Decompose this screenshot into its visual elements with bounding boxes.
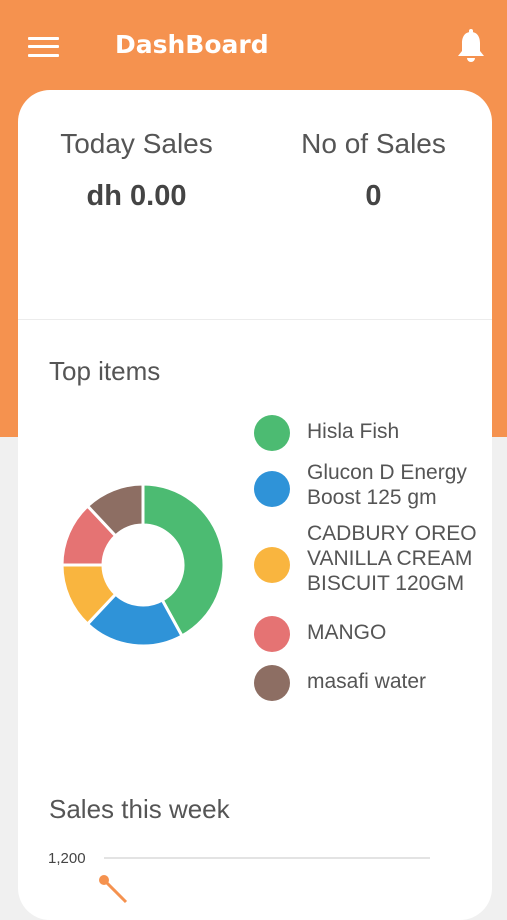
- top-items-donut-chart: [60, 482, 226, 648]
- legend-swatch: [254, 616, 290, 652]
- bell-icon[interactable]: [454, 28, 488, 64]
- top-items-title: Top items: [49, 356, 161, 386]
- legend-label: MANGO: [307, 621, 387, 644]
- legend-label: masafi water: [307, 670, 427, 693]
- dashboard-card: Today Sales dh 0.00 No of Sales 0 Top it…: [18, 90, 492, 920]
- legend-swatch: [254, 665, 290, 701]
- legend-swatch: [254, 415, 290, 451]
- data-point: [99, 875, 109, 885]
- sales-week-title: Sales this week: [49, 794, 230, 824]
- divider: [18, 319, 492, 320]
- legend-swatch: [254, 471, 290, 507]
- no-of-sales-label: No of Sales: [301, 128, 446, 159]
- today-sales-block: Today Sales dh 0.00: [18, 128, 255, 213]
- today-sales-value: dh 0.00: [86, 180, 187, 212]
- hamburger-menu-icon[interactable]: [26, 35, 62, 59]
- sales-week-line-chart: [99, 857, 430, 904]
- legend-swatch: [254, 547, 290, 583]
- legend-label: Glucon D Energy Boost 125 gm: [307, 461, 467, 509]
- no-of-sales-block: No of Sales 0: [255, 128, 492, 213]
- today-sales-label: Today Sales: [60, 128, 213, 159]
- legend-label: CADBURY OREO VANILLA CREAM BISCUIT 120GM: [307, 522, 477, 595]
- legend-label: Hisla Fish: [307, 420, 400, 443]
- app-bar: DashBoard: [0, 0, 507, 92]
- page-title: DashBoard: [115, 30, 269, 59]
- no-of-sales-value: 0: [365, 180, 382, 212]
